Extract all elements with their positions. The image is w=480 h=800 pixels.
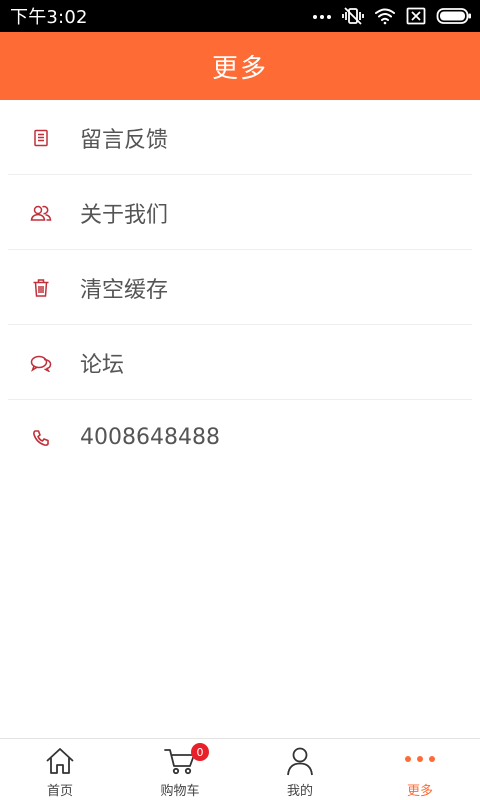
tab-label: 更多 [406,784,433,799]
more-notifications-icon [312,11,332,21]
cart-icon: 0 [163,743,209,777]
menu-item-phone[interactable]: 4008648488 [0,400,480,475]
chat-bubbles-icon [30,352,52,374]
menu-item-label: 留言反馈 [80,127,169,153]
tab-cart[interactable]: 0 购物车 [120,739,240,800]
home-icon [44,745,76,777]
page-title: 更多 [211,53,268,84]
cart-count-badge: 0 [191,743,209,761]
tab-label: 我的 [286,784,313,799]
menu-item-clear-cache[interactable]: 清空缓存 [0,250,480,325]
status-time: 下午3:02 [10,7,88,28]
tab-home[interactable]: 首页 [0,739,120,800]
document-icon [30,127,52,149]
header: 更多 [0,32,480,100]
tab-mine[interactable]: 我的 [240,739,360,800]
menu-item-label: 清空缓存 [80,277,169,303]
screen: 下午3:02 更多 留言反馈 关于我们 清空缓存 论坛 4008648488 首… [0,0,480,800]
user-icon [285,745,315,777]
vibrate-off-icon [342,6,364,26]
wifi-icon [374,7,396,25]
menu-item-forum[interactable]: 论坛 [0,325,480,400]
trash-icon [30,277,52,299]
tab-label: 购物车 [160,784,200,799]
menu-item-label: 4008648488 [80,425,220,450]
tab-more[interactable]: 更多 [360,739,480,800]
no-sim-icon [406,7,426,25]
battery-icon [436,7,472,25]
bottom-tab-bar: 首页 0 购物车 我的 更多 [0,738,480,800]
status-bar: 下午3:02 [0,0,480,32]
menu-item-label: 关于我们 [80,202,169,228]
status-icons [312,0,472,32]
menu-item-about-us[interactable]: 关于我们 [0,175,480,250]
phone-icon [30,427,52,449]
menu-item-feedback[interactable]: 留言反馈 [0,100,480,175]
menu-list: 留言反馈 关于我们 清空缓存 论坛 4008648488 [0,100,480,475]
more-dots-icon [403,745,437,777]
menu-item-label: 论坛 [80,352,125,378]
users-icon [30,202,52,224]
tab-label: 首页 [46,784,73,799]
